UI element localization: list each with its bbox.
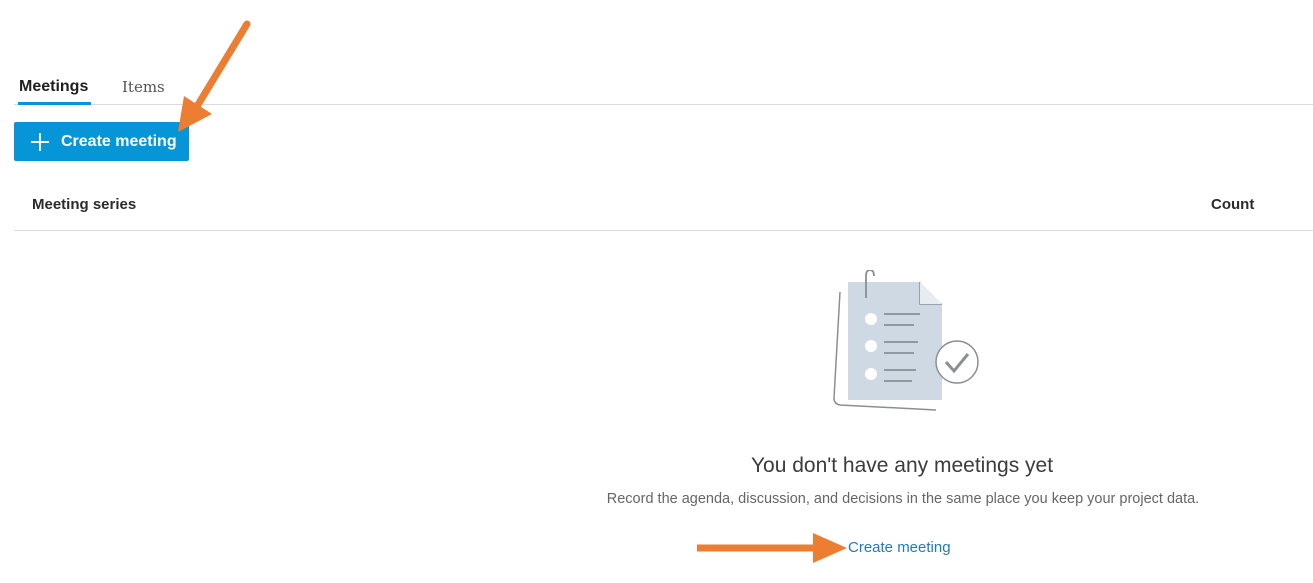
empty-state-description: Record the agenda, discussion, and decis… bbox=[606, 491, 1200, 507]
column-header-count[interactable]: Count bbox=[1211, 196, 1254, 213]
table-header: Meeting series Count bbox=[14, 190, 1313, 231]
clipboard-checklist-icon bbox=[826, 269, 986, 420]
create-meeting-button[interactable]: Create meeting bbox=[14, 122, 189, 161]
annotation-arrow-bottom bbox=[697, 533, 847, 563]
tab-bar: Meetings Items bbox=[14, 70, 1313, 105]
create-meeting-link[interactable]: Create meeting bbox=[848, 539, 951, 556]
empty-state-title: You don't have any meetings yet bbox=[750, 454, 1054, 477]
tab-meetings[interactable]: Meetings bbox=[18, 78, 92, 105]
column-header-meeting-series[interactable]: Meeting series bbox=[32, 196, 136, 213]
tab-items[interactable]: Items bbox=[122, 78, 165, 102]
plus-icon bbox=[31, 132, 49, 151]
create-meeting-button-label: Create meeting bbox=[61, 132, 177, 150]
